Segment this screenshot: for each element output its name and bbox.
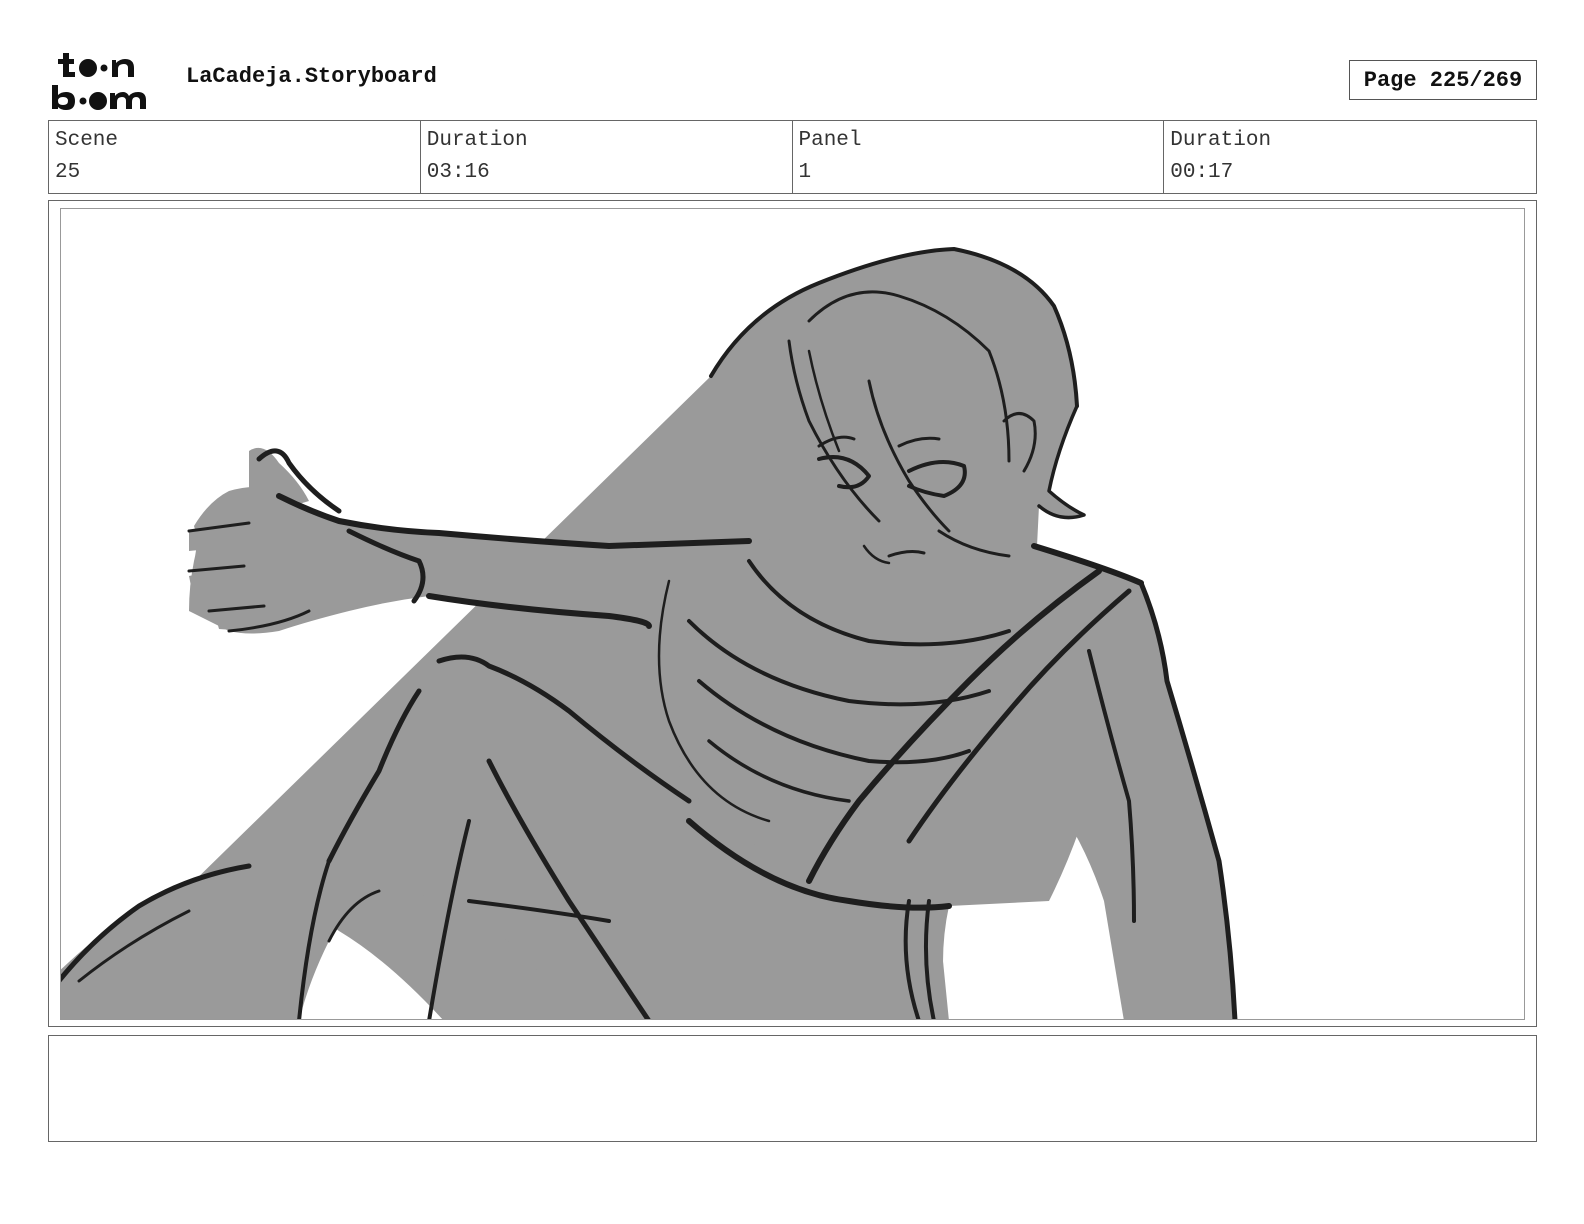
panel-info-table: Scene 25 Duration 03:16 Panel 1 Duration…	[48, 120, 1537, 194]
panel-duration-label: Duration	[1170, 129, 1272, 152]
scene-duration-label: Duration	[426, 129, 528, 152]
panel-duration-value: 00:17	[1170, 161, 1234, 184]
storyboard-panel-frame	[48, 200, 1537, 1027]
scene-duration-value: 03:16	[426, 161, 490, 184]
project-title: LaCadeja.Storyboard	[186, 64, 437, 89]
panel-notes-box	[48, 1035, 1537, 1142]
scene-cell: Scene 25	[49, 121, 421, 193]
scene-value: 25	[55, 161, 81, 184]
panel-value: 1	[798, 161, 812, 184]
storyboard-panel-image	[60, 208, 1525, 1020]
panel-duration-cell: Duration 00:17	[1164, 121, 1536, 193]
logo-mark	[52, 53, 146, 110]
page-number: Page 225/269	[1349, 60, 1537, 100]
scene-label: Scene	[55, 129, 119, 152]
panel-label: Panel	[798, 129, 862, 152]
character-sketch	[61, 247, 1238, 1019]
toon-boom-logo	[50, 50, 165, 112]
scene-duration-cell: Duration 03:16	[421, 121, 793, 193]
panel-cell: Panel 1	[793, 121, 1165, 193]
